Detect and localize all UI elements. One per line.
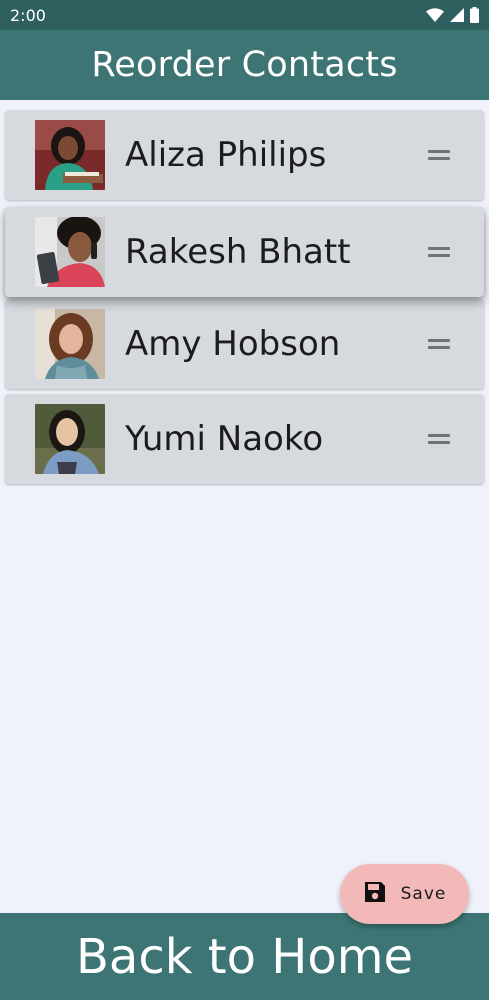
contacts-sheet: Aliza Philips Rakesh Bhatt Amy Hobson Yu… (0, 100, 489, 913)
aliza-philips-photo (35, 120, 105, 190)
status-icons (426, 7, 479, 23)
drag-handle-icon[interactable] (428, 432, 450, 446)
avatar (35, 309, 105, 379)
contact-name: Rakesh Bhatt (125, 232, 351, 272)
status-time: 2:00 (10, 5, 46, 25)
yumi-naoko-photo (35, 404, 105, 474)
contact-name: Amy Hobson (125, 324, 341, 364)
save-icon (363, 880, 387, 909)
contact-name: Aliza Philips (125, 135, 327, 175)
rakesh-bhatt-photo (35, 217, 105, 287)
drag-handle-icon[interactable] (428, 148, 450, 162)
avatar (35, 217, 105, 287)
battery-icon (470, 7, 479, 23)
app-bar: Reorder Contacts (0, 30, 489, 100)
page-title: Reorder Contacts (91, 45, 398, 85)
contact-card-yumi-naoko[interactable]: Yumi Naoko (5, 394, 484, 484)
drag-handle-icon[interactable] (428, 337, 450, 351)
avatar (35, 120, 105, 190)
status-bar: 2:00 (0, 0, 489, 30)
amy-hobson-photo (35, 309, 105, 379)
contact-name: Yumi Naoko (125, 419, 324, 459)
back-to-home-button[interactable]: Back to Home (0, 913, 489, 1000)
signal-icon (450, 8, 464, 22)
contact-card-rakesh-bhatt[interactable]: Rakesh Bhatt (5, 207, 484, 297)
save-button-label: Save (400, 884, 447, 904)
contact-card-amy-hobson[interactable]: Amy Hobson (5, 299, 484, 389)
contact-card-aliza-philips[interactable]: Aliza Philips (5, 110, 484, 200)
avatar (35, 404, 105, 474)
wifi-icon (426, 7, 444, 23)
drag-handle-icon[interactable] (428, 245, 450, 259)
back-to-home-label: Back to Home (76, 928, 413, 985)
save-button[interactable]: Save (340, 864, 469, 924)
